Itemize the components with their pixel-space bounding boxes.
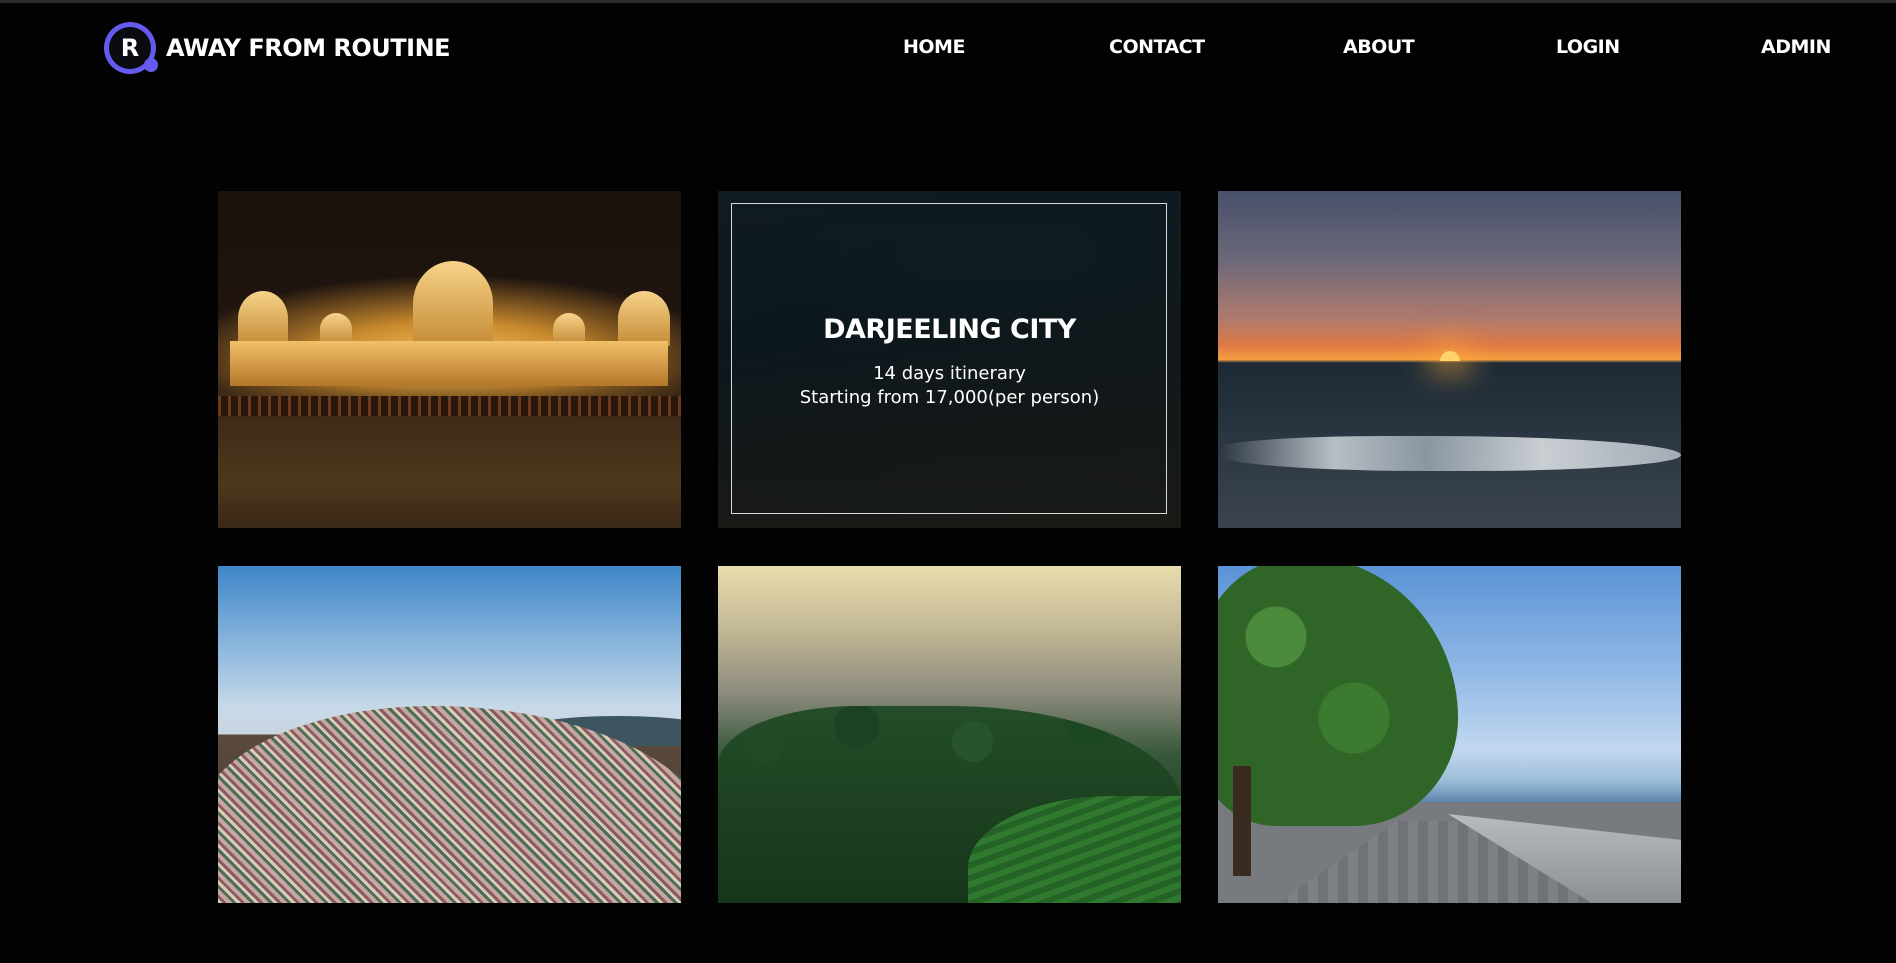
- wave: [1218, 436, 1681, 471]
- gallery-tile-promenade[interactable]: [1218, 566, 1681, 903]
- palace-dome: [618, 291, 670, 346]
- gallery-tile-forest[interactable]: [718, 566, 1181, 903]
- gallery-tile-darjeeling[interactable]: DARJEELING CITY 14 days itinerary Starti…: [718, 191, 1181, 528]
- nav-admin-link[interactable]: ADMIN: [1761, 36, 1831, 58]
- tile-title: DARJEELING CITY: [823, 314, 1076, 345]
- gallery-tile-sunset[interactable]: [1218, 191, 1681, 528]
- palace-fence: [218, 396, 681, 416]
- sun: [1440, 351, 1460, 361]
- main-nav: HOME CONTACT ABOUT LOGIN ADMIN: [0, 36, 1896, 64]
- tile-itinerary: 14 days itinerary: [873, 363, 1026, 384]
- nav-home-link[interactable]: HOME: [903, 36, 965, 58]
- palace-ground: [218, 419, 681, 528]
- nav-about-link[interactable]: ABOUT: [1343, 36, 1415, 58]
- palace-dome: [413, 261, 493, 346]
- nav-login-link[interactable]: LOGIN: [1556, 36, 1620, 58]
- gallery-tile-hill-town[interactable]: [218, 566, 681, 903]
- tree-trunk: [1233, 766, 1251, 876]
- page: R AWAY FROM ROUTINE HOME CONTACT ABOUT L…: [0, 0, 1896, 963]
- palace-dome: [238, 291, 288, 346]
- nav-contact-link[interactable]: CONTACT: [1109, 36, 1205, 58]
- tree-canopy: [1218, 566, 1458, 826]
- overlay-frame: [731, 203, 1167, 514]
- gallery-tile-palace[interactable]: [218, 191, 681, 528]
- tile-price: Starting from 17,000(per person): [799, 387, 1100, 408]
- palace-facade: [230, 341, 668, 386]
